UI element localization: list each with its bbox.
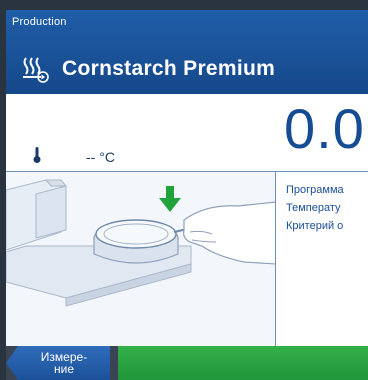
method-info-panel: Программа Температу Критерий о xyxy=(276,172,368,347)
heating-method-icon xyxy=(14,49,54,89)
header-bar: Production Cornstarch Premium xyxy=(6,10,368,94)
method-title: Cornstarch Premium xyxy=(62,57,276,80)
back-button-label: Измере- ние xyxy=(40,350,88,376)
back-measurement-button[interactable]: Измере- ние xyxy=(6,346,110,380)
start-button[interactable] xyxy=(118,346,368,380)
method-title-row[interactable]: Cornstarch Premium xyxy=(6,46,368,92)
action-bar: Измере- ние xyxy=(6,346,368,380)
result-value: 0.0 xyxy=(284,97,365,160)
content-row: Программа Температу Критерий о xyxy=(6,171,368,347)
info-temperature: Температу xyxy=(286,202,341,214)
result-row: 0.0 -- °C xyxy=(6,94,368,172)
app-frame: Production Cornstarch Premium 0.0 -- °C … xyxy=(0,0,368,380)
breadcrumb: Production xyxy=(12,16,67,28)
main-panel: 0.0 -- °C Программа Температу Критерий о xyxy=(6,94,368,347)
insert-sample-pan-illustration xyxy=(6,172,276,347)
info-criterion: Критерий о xyxy=(286,220,344,232)
temperature-value: -- °C xyxy=(86,149,115,165)
info-program: Программа xyxy=(286,184,344,196)
thermometer-icon xyxy=(32,146,42,169)
